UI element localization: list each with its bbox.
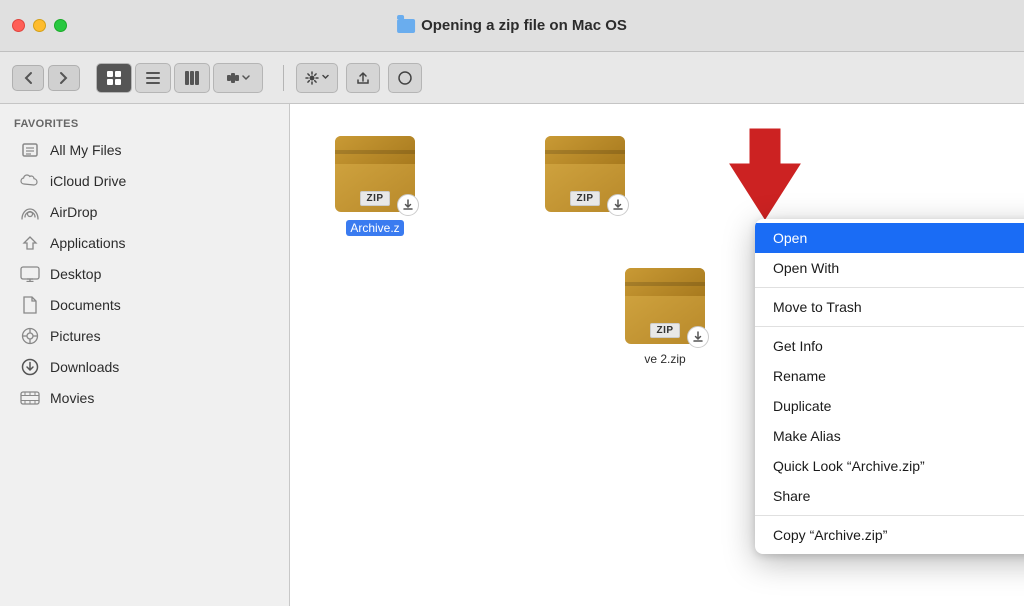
- column-view-button[interactable]: [174, 63, 210, 93]
- context-menu-get-info[interactable]: Get Info: [755, 331, 1024, 361]
- window-title: Opening a zip file on Mac OS: [421, 17, 627, 34]
- context-menu-copy-label: Copy “Archive.zip”: [773, 527, 887, 543]
- context-menu: Open Open With ▶ Move to Trash Get Info …: [755, 219, 1024, 554]
- all-my-files-icon: [20, 140, 40, 160]
- title-bar: Opening a zip file on Mac OS: [0, 0, 1024, 52]
- context-menu-duplicate-label: Duplicate: [773, 398, 831, 414]
- zip-box-1: ZIP: [335, 136, 415, 212]
- zip-badge-1: [397, 194, 419, 216]
- context-menu-separator-1: [755, 287, 1024, 288]
- sidebar-item-downloads[interactable]: Downloads: [6, 352, 283, 382]
- context-menu-get-info-label: Get Info: [773, 338, 823, 354]
- sidebar-section-title: Favorites: [0, 114, 289, 134]
- grid-view-button[interactable]: [96, 63, 132, 93]
- context-menu-make-alias[interactable]: Make Alias: [755, 421, 1024, 451]
- zip-box-3: ZIP: [625, 268, 705, 344]
- zip-label-3: ZIP: [650, 323, 679, 338]
- context-menu-separator-3: [755, 515, 1024, 516]
- forward-button[interactable]: [48, 65, 80, 91]
- minimize-button[interactable]: [33, 19, 46, 32]
- context-menu-duplicate[interactable]: Duplicate: [755, 391, 1024, 421]
- sidebar-item-desktop[interactable]: Desktop: [6, 259, 283, 289]
- sidebar-item-movies[interactable]: Movies: [6, 383, 283, 413]
- sidebar-item-pictures[interactable]: Pictures: [6, 321, 283, 351]
- context-menu-share[interactable]: Share ▶: [755, 481, 1024, 511]
- maximize-button[interactable]: [54, 19, 67, 32]
- context-menu-move-to-trash-label: Move to Trash: [773, 299, 862, 315]
- context-menu-open-with-label: Open With: [773, 260, 839, 276]
- downloads-icon: [20, 357, 40, 377]
- sidebar: Favorites All My Files iCloud Drive: [0, 104, 290, 606]
- zip-badge-2: [607, 194, 629, 216]
- context-menu-make-alias-label: Make Alias: [773, 428, 841, 444]
- movies-icon: [20, 388, 40, 408]
- sidebar-item-documents[interactable]: Documents: [6, 290, 283, 320]
- context-menu-separator-2: [755, 326, 1024, 327]
- file-item-archive3[interactable]: ZIP ve 2.zip: [620, 266, 710, 366]
- pictures-icon: [20, 326, 40, 346]
- context-menu-copy[interactable]: Copy “Archive.zip”: [755, 520, 1024, 550]
- list-view-button[interactable]: [135, 63, 171, 93]
- sidebar-item-label: Downloads: [50, 359, 119, 375]
- share-button[interactable]: [346, 63, 380, 93]
- main-area: Favorites All My Files iCloud Drive: [0, 104, 1024, 606]
- zip-badge-3: [687, 326, 709, 348]
- back-button[interactable]: [12, 65, 44, 91]
- sidebar-item-label: Movies: [50, 390, 94, 406]
- action-button[interactable]: [296, 63, 338, 93]
- desktop-icon: [20, 264, 40, 284]
- sidebar-item-applications[interactable]: Applications: [6, 228, 283, 258]
- sidebar-item-label: Desktop: [50, 266, 101, 282]
- zip-label-2: ZIP: [570, 191, 599, 206]
- airdrop-icon: [20, 202, 40, 222]
- gallery-view-button[interactable]: [213, 63, 263, 93]
- file-item-archive1[interactable]: ZIP Archive.z: [330, 134, 420, 236]
- sidebar-item-all-my-files[interactable]: All My Files: [6, 135, 283, 165]
- toolbar: [0, 52, 1024, 104]
- sidebar-item-airdrop[interactable]: AirDrop: [6, 197, 283, 227]
- arrow-overlay: [720, 124, 810, 229]
- context-menu-quick-look[interactable]: Quick Look “Archive.zip”: [755, 451, 1024, 481]
- close-button[interactable]: [12, 19, 25, 32]
- sidebar-item-label: iCloud Drive: [50, 173, 126, 189]
- sidebar-item-label: AirDrop: [50, 204, 97, 220]
- zip-box-2: ZIP: [545, 136, 625, 212]
- sidebar-item-label: Documents: [50, 297, 121, 313]
- traffic-lights: [12, 19, 67, 32]
- context-menu-open-label: Open: [773, 230, 807, 246]
- zip-file-icon-1: ZIP: [330, 134, 420, 214]
- context-menu-rename[interactable]: Rename: [755, 361, 1024, 391]
- title-center: Opening a zip file on Mac OS: [397, 17, 627, 34]
- zip-file-icon-2: ZIP: [540, 134, 630, 214]
- file-label-archive1: Archive.z: [346, 220, 403, 236]
- sidebar-item-icloud-drive[interactable]: iCloud Drive: [6, 166, 283, 196]
- nav-buttons: [12, 65, 80, 91]
- file-label-archive3: ve 2.zip: [644, 352, 685, 366]
- zip-file-icon-3: ZIP: [620, 266, 710, 346]
- context-menu-quick-look-label: Quick Look “Archive.zip”: [773, 458, 925, 474]
- context-menu-open-with[interactable]: Open With ▶: [755, 253, 1024, 283]
- sidebar-item-label: Pictures: [50, 328, 101, 344]
- file-item-archive2[interactable]: ZIP: [540, 134, 630, 236]
- content-area: ZIP Archive.z ZIP: [290, 104, 1024, 606]
- context-menu-rename-label: Rename: [773, 368, 826, 384]
- toolbar-separator-1: [283, 65, 284, 91]
- context-menu-open[interactable]: Open: [755, 223, 1024, 253]
- context-menu-share-label: Share: [773, 488, 810, 504]
- applications-icon: [20, 233, 40, 253]
- sidebar-item-label: Applications: [50, 235, 126, 251]
- icloud-drive-icon: [20, 171, 40, 191]
- zip-label-1: ZIP: [360, 191, 389, 206]
- folder-icon: [397, 19, 415, 33]
- sidebar-item-label: All My Files: [50, 142, 122, 158]
- view-buttons: [96, 63, 263, 93]
- documents-icon: [20, 295, 40, 315]
- tags-button[interactable]: [388, 63, 422, 93]
- context-menu-move-to-trash[interactable]: Move to Trash: [755, 292, 1024, 322]
